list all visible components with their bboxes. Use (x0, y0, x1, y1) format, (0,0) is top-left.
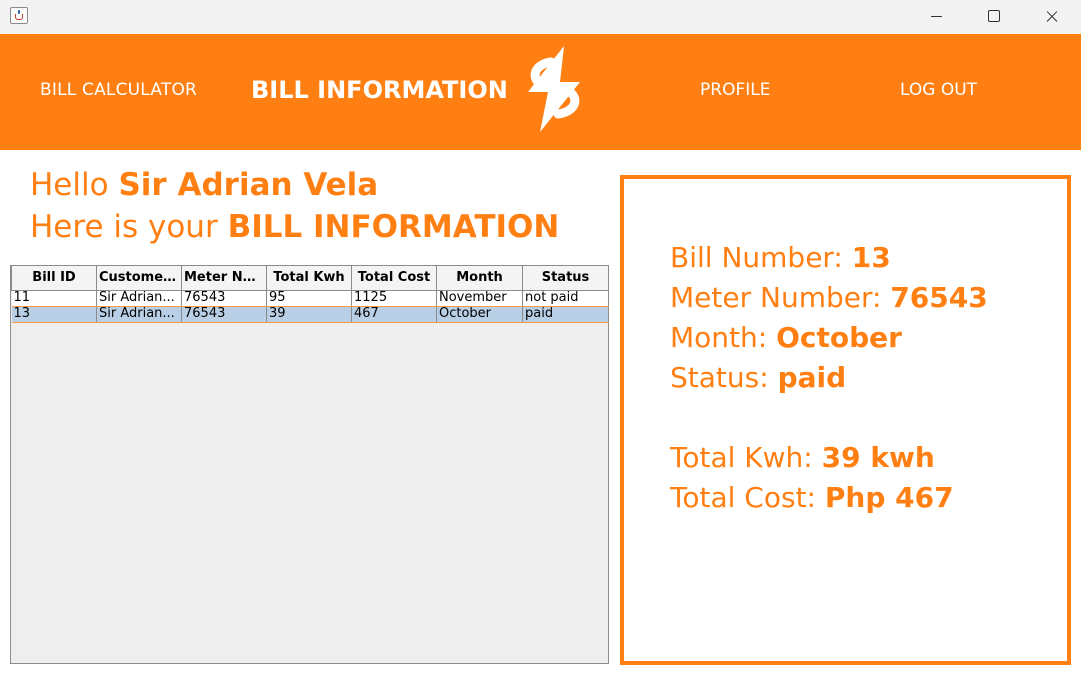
nav-log-out[interactable]: LOG OUT (900, 80, 977, 100)
column-header-status[interactable]: Status (522, 266, 609, 291)
bill-info-panel: Bill Number: 13 Meter Number: 76543 Mont… (620, 175, 1071, 665)
bills-table-scrollpane[interactable]: Bill ID Customer... Meter Nu... Total Kw… (10, 265, 609, 664)
month-label: Month: (670, 321, 768, 354)
table-cell[interactable]: 11 (11, 289, 97, 307)
java-app-icon[interactable] (10, 7, 28, 24)
top-navbar: BILL CALCULATOR BILL INFORMATION PROFILE… (0, 34, 1081, 150)
table-cell[interactable]: paid (522, 305, 609, 323)
window-titlebar (0, 0, 1081, 34)
bills-table: Bill ID Customer... Meter Nu... Total Kw… (11, 266, 609, 323)
total-kwh-line: Total Kwh: 39 kwh (670, 441, 935, 474)
close-button[interactable] (1023, 0, 1081, 34)
bill-number-line: Bill Number: 13 (670, 241, 891, 274)
bill-number-value: 13 (851, 241, 891, 274)
table-cell[interactable]: Sir Adrian... (96, 289, 182, 307)
greeting-subtitle: Here is your BILL INFORMATION (30, 209, 559, 245)
status-value: paid (777, 361, 847, 394)
table-cell[interactable]: 467 (351, 305, 437, 323)
column-header-meter-number[interactable]: Meter Nu... (181, 266, 267, 291)
month-value: October (776, 321, 902, 354)
meter-number-label: Meter Number: (670, 281, 882, 314)
total-cost-label: Total Cost: (670, 481, 816, 514)
bill-number-label: Bill Number: (670, 241, 843, 274)
meter-number-value: 76543 (890, 281, 988, 314)
column-header-bill-id[interactable]: Bill ID (11, 266, 97, 291)
greeting-user-name: Sir Adrian Vela (118, 167, 379, 203)
nav-bill-information[interactable]: BILL INFORMATION (251, 76, 508, 104)
table-cell[interactable]: 39 (266, 305, 352, 323)
column-header-customer[interactable]: Customer... (96, 266, 182, 291)
table-cell[interactable]: 76543 (181, 305, 267, 323)
table-row[interactable]: 11 Sir Adrian... 76543 95 1125 November … (11, 289, 609, 307)
table-cell[interactable]: 1125 (351, 289, 437, 307)
status-line: Status: paid (670, 361, 846, 394)
total-kwh-value: 39 kwh (821, 441, 935, 474)
table-cell[interactable]: 95 (266, 289, 352, 307)
meter-number-line: Meter Number: 76543 (670, 281, 988, 314)
month-line: Month: October (670, 321, 902, 354)
column-header-month[interactable]: Month (436, 266, 523, 291)
maximize-button[interactable] (965, 0, 1023, 34)
table-cell[interactable]: Sir Adrian... (96, 305, 182, 323)
total-cost-value: Php 467 (824, 481, 954, 514)
table-header-row: Bill ID Customer... Meter Nu... Total Kw… (11, 266, 609, 291)
minimize-button[interactable] (907, 0, 965, 34)
greeting-hello-text: Hello (30, 167, 109, 203)
status-label: Status: (670, 361, 769, 394)
table-cell[interactable]: October (436, 305, 523, 323)
greeting-here-text: Here is your (30, 209, 218, 245)
table-row-selected[interactable]: 13 Sir Adrian... 76543 39 467 October pa… (11, 305, 609, 323)
column-header-total-kwh[interactable]: Total Kwh (266, 266, 352, 291)
total-kwh-label: Total Kwh: (670, 441, 813, 474)
nav-bill-calculator[interactable]: BILL CALCULATOR (40, 80, 197, 100)
table-cell[interactable]: 13 (11, 305, 97, 323)
greeting-bill-info: BILL INFORMATION (227, 209, 560, 245)
greeting-hello: Hello Sir Adrian Vela (30, 167, 378, 203)
table-cell[interactable]: 76543 (181, 289, 267, 307)
table-cell[interactable]: not paid (522, 289, 609, 307)
nav-profile[interactable]: PROFILE (700, 80, 770, 100)
total-cost-line: Total Cost: Php 467 (670, 481, 954, 514)
lightning-logo-icon (528, 46, 580, 132)
table-cell[interactable]: November (436, 289, 523, 307)
column-header-total-cost[interactable]: Total Cost (351, 266, 437, 291)
